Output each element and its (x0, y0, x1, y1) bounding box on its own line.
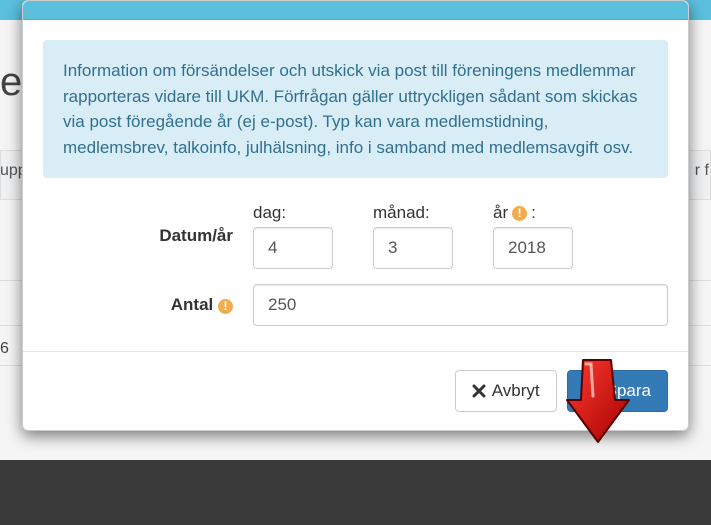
year-colon: : (531, 203, 536, 223)
modal-header (23, 1, 688, 20)
bg-tab-right-fragment: r f (695, 162, 709, 180)
check-icon (584, 384, 600, 398)
day-input[interactable] (253, 227, 333, 269)
warning-icon: ! (512, 206, 527, 221)
year-group: år !: (493, 203, 573, 269)
cancel-button[interactable]: Avbryt (455, 370, 557, 412)
day-label: dag: (253, 203, 333, 223)
count-label: Antal ! (43, 295, 253, 315)
close-icon (472, 384, 486, 398)
year-label: år !: (493, 203, 573, 223)
count-label-text: Antal (171, 295, 214, 314)
cancel-button-label: Avbryt (492, 381, 540, 401)
save-button-label: Spara (606, 381, 651, 401)
date-input-group: dag: månad: år !: (253, 203, 668, 269)
modal-dialog: Information om försändelser och utskick … (22, 0, 689, 431)
bg-heading-fragment: e (0, 60, 22, 105)
info-alert-text: Information om försändelser och utskick … (63, 61, 637, 157)
year-input[interactable] (493, 227, 573, 269)
year-label-text: år (493, 203, 508, 223)
month-input[interactable] (373, 227, 453, 269)
modal-body: Information om försändelser och utskick … (23, 20, 688, 351)
count-input[interactable] (253, 284, 668, 326)
modal-footer: Avbryt Spara (23, 351, 688, 430)
day-group: dag: (253, 203, 333, 269)
bg-row-number: 6 (0, 340, 9, 358)
save-button[interactable]: Spara (567, 370, 668, 412)
count-row: Antal ! (43, 284, 668, 326)
warning-icon: ! (218, 299, 233, 314)
bg-footer-dark (0, 460, 711, 525)
date-row: Datum/år dag: månad: år !: (43, 203, 668, 269)
info-alert: Information om försändelser och utskick … (43, 40, 668, 178)
month-group: månad: (373, 203, 453, 269)
month-label: månad: (373, 203, 453, 223)
date-label: Datum/år (43, 226, 253, 246)
